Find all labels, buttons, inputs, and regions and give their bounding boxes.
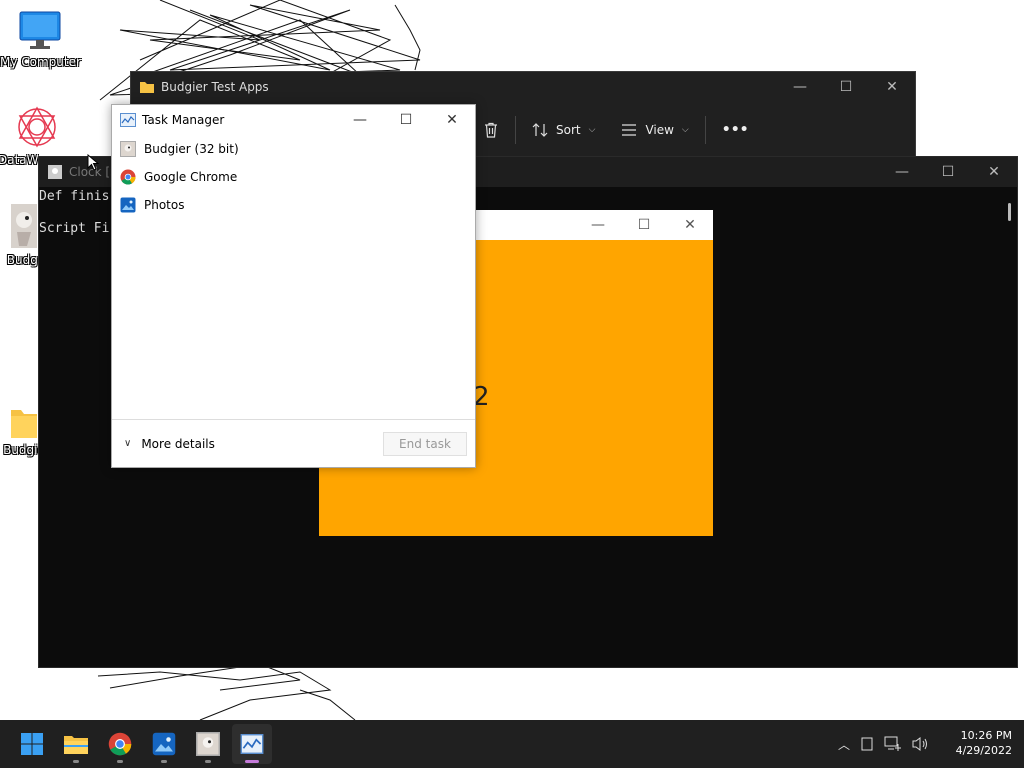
taskbar-file-explorer[interactable] <box>56 720 96 768</box>
taskbar-task-manager[interactable] <box>232 724 272 764</box>
system-tray: ︿ <box>838 720 930 768</box>
sort-label: Sort <box>556 123 581 137</box>
folder-icon <box>140 82 154 93</box>
clock-area[interactable]: 10:26 PM 4/29/2022 <box>940 728 1012 758</box>
more-details-label: More details <box>141 436 215 451</box>
explorer-toolbar: Sort ⌵ View ⌵ ••• <box>475 110 757 150</box>
close-button[interactable]: ✕ <box>667 210 713 240</box>
budgie-icon <box>196 732 220 756</box>
task-list-item-label: Photos <box>144 198 185 212</box>
taskbar-budgie[interactable] <box>188 720 228 768</box>
task-manager-window[interactable]: Task Manager — ☐ ✕ Budgier (32 bit) Goog… <box>111 104 476 468</box>
start-button[interactable] <box>12 720 52 768</box>
close-button[interactable]: ✕ <box>429 105 475 135</box>
task-manager-icon <box>240 734 264 754</box>
chevron-down-icon: ∨ <box>124 438 132 449</box>
file-explorer-icon <box>64 736 88 754</box>
task-list-item-budgier[interactable]: Budgier (32 bit) <box>112 135 475 163</box>
end-task-label: End task <box>399 436 451 451</box>
running-indicator <box>161 760 167 763</box>
network-icon[interactable] <box>884 736 902 752</box>
explorer-title: Budgier Test Apps <box>161 80 269 94</box>
console-scrollbar[interactable] <box>1008 203 1011 221</box>
desktop-icon-my-computer[interactable]: My Computer <box>0 10 81 69</box>
trash-icon <box>485 122 497 138</box>
maximize-button[interactable]: ☐ <box>383 105 429 135</box>
taskbar-time: 10:26 PM <box>960 729 1012 742</box>
folder-icon <box>11 410 37 438</box>
chrome-icon <box>108 732 132 756</box>
task-list-item-label: Google Chrome <box>144 170 238 184</box>
taskbar-photos[interactable] <box>144 720 184 768</box>
photos-icon <box>120 197 136 213</box>
taskbar: ︿ 10:26 PM 4/29/2022 <box>0 720 1024 768</box>
task-list-item-chrome[interactable]: Google Chrome <box>112 163 475 191</box>
volume-icon[interactable] <box>912 736 930 752</box>
task-manager-footer: ∨ More details End task <box>112 419 475 467</box>
running-indicator <box>205 760 211 763</box>
explorer-titlebar[interactable]: Budgier Test Apps — ☐ ✕ <box>131 72 915 102</box>
toolbar-divider <box>515 116 516 144</box>
minimize-button[interactable]: — <box>777 72 823 102</box>
maximize-button[interactable]: ☐ <box>621 210 667 240</box>
running-indicator <box>117 760 123 763</box>
maximize-button[interactable]: ☐ <box>823 72 869 102</box>
task-manager-title: Task Manager <box>142 113 225 127</box>
task-manager-titlebar[interactable]: Task Manager — ☐ ✕ <box>112 105 475 135</box>
minimize-button[interactable]: — <box>337 105 383 135</box>
delete-button[interactable] <box>475 122 507 138</box>
monitor-icon <box>19 11 61 49</box>
sort-button[interactable]: Sort ⌵ <box>524 122 603 138</box>
more-icon: ••• <box>721 122 749 138</box>
minimize-button[interactable]: — <box>879 157 925 187</box>
budgie-icon <box>11 204 37 248</box>
close-button[interactable]: ✕ <box>869 72 915 102</box>
task-manager-icon <box>120 113 136 127</box>
view-list-icon <box>622 124 637 136</box>
console-app-icon <box>48 165 62 179</box>
start-icon <box>21 733 43 755</box>
chevron-down-icon: ⌵ <box>681 125 689 135</box>
chrome-icon <box>120 169 136 185</box>
taskbar-chrome[interactable] <box>100 720 140 768</box>
desktop-icon-label: My Computer <box>0 55 81 69</box>
chevron-up-icon[interactable]: ︿ <box>838 736 850 753</box>
running-indicator <box>73 760 79 763</box>
view-label: View <box>645 123 674 137</box>
task-list-item-label: Budgier (32 bit) <box>144 142 239 156</box>
mouse-cursor-icon <box>87 154 99 171</box>
more-options-button[interactable]: ••• <box>714 122 757 138</box>
sort-icon <box>532 123 548 137</box>
budgie-icon <box>120 141 136 157</box>
view-button[interactable]: View ⌵ <box>613 123 696 137</box>
more-details-button[interactable]: ∨ More details <box>112 437 215 451</box>
minimize-button[interactable]: — <box>575 210 621 240</box>
chevron-down-icon: ⌵ <box>588 125 596 135</box>
taskbar-date: 4/29/2022 <box>955 744 1012 757</box>
toolbar-divider <box>704 116 706 144</box>
active-indicator <box>245 760 259 763</box>
tablet-icon[interactable] <box>860 737 874 751</box>
maximize-button[interactable]: ☐ <box>925 157 971 187</box>
task-list-item-photos[interactable]: Photos <box>112 191 475 219</box>
photos-icon <box>152 732 176 756</box>
dataw-icon <box>18 106 56 148</box>
end-task-button[interactable]: End task <box>383 431 467 456</box>
close-button[interactable]: ✕ <box>971 157 1017 187</box>
